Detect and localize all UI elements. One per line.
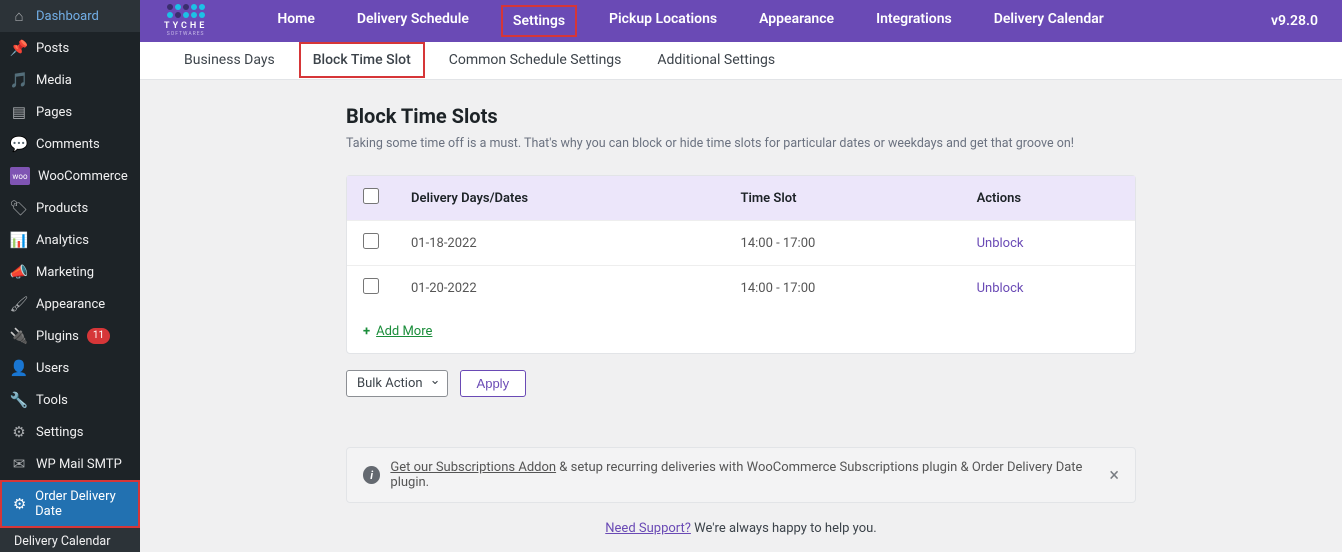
subnav-business-days[interactable]: Business Days bbox=[172, 44, 287, 76]
comment-icon: 💬 bbox=[10, 135, 28, 153]
select-all-checkbox[interactable] bbox=[363, 188, 379, 204]
dashboard-icon: ⌂ bbox=[10, 7, 28, 25]
table-row: 01-20-202214:00 - 17:00 Unblock bbox=[347, 266, 1135, 311]
sidebar-item-comments[interactable]: 💬 Comments bbox=[0, 128, 140, 160]
sidebar-item-label: Users bbox=[36, 361, 69, 376]
bulk-action-select[interactable]: Bulk Action bbox=[346, 370, 448, 397]
need-support-link[interactable]: Need Support? bbox=[605, 521, 691, 536]
plugin-topnav: Home Delivery Schedule Settings Pickup L… bbox=[267, 5, 1271, 37]
brand-name: TYCHE bbox=[164, 21, 207, 31]
topnav-appearance[interactable]: Appearance bbox=[749, 5, 844, 37]
sidebar-item-label: Plugins bbox=[36, 329, 79, 344]
mail-icon: ✉ bbox=[10, 455, 28, 473]
marketing-icon: 📣 bbox=[10, 263, 28, 281]
table-row: 01-18-202214:00 - 17:00 Unblock bbox=[347, 221, 1135, 266]
sidebar-item-label: Dashboard bbox=[36, 9, 99, 24]
settings-subnav: Business Days Block Time Slot Common Sch… bbox=[140, 42, 1342, 80]
plus-icon: + bbox=[363, 324, 370, 339]
page-description: Taking some time off is a must. That's w… bbox=[346, 136, 1136, 151]
gear-icon: ⚙ bbox=[12, 495, 27, 513]
row-date: 01-18-2022 bbox=[395, 221, 725, 266]
unblock-link[interactable]: Unblock bbox=[977, 236, 1024, 251]
sidebar-item-order-delivery-date[interactable]: ⚙ Order Delivery Date bbox=[0, 480, 140, 528]
topnav-delivery-calendar[interactable]: Delivery Calendar bbox=[984, 5, 1114, 37]
row-checkbox[interactable] bbox=[363, 233, 379, 249]
sidebar-item-label: Analytics bbox=[36, 233, 89, 248]
sidebar-item-products[interactable]: 🏷 Products bbox=[0, 192, 140, 224]
unblock-link[interactable]: Unblock bbox=[977, 281, 1024, 296]
sidebar-item-wp-mail-smtp[interactable]: ✉ WP Mail SMTP bbox=[0, 448, 140, 480]
sidebar-item-appearance[interactable]: 🖌 Appearance bbox=[0, 288, 140, 320]
plugin-count-badge: 11 bbox=[87, 328, 110, 344]
subnav-common-schedule[interactable]: Common Schedule Settings bbox=[437, 44, 634, 76]
info-icon: i bbox=[363, 466, 380, 484]
apply-button[interactable]: Apply bbox=[460, 370, 527, 397]
sidebar-item-users[interactable]: 👤 Users bbox=[0, 352, 140, 384]
sidebar-item-pages[interactable]: ▤ Pages bbox=[0, 96, 140, 128]
sidebar-item-tools[interactable]: 🔧 Tools bbox=[0, 384, 140, 416]
topnav-integrations[interactable]: Integrations bbox=[866, 5, 962, 37]
woo-icon: woo bbox=[10, 167, 30, 185]
wp-admin-sidebar: ⌂ Dashboard 📌 Posts 🎵 Media ▤ Pages 💬 Comment… bbox=[0, 0, 140, 552]
product-icon: 🏷 bbox=[10, 199, 28, 217]
col-actions: Actions bbox=[961, 176, 1135, 221]
settings-icon: ⚙ bbox=[10, 423, 28, 441]
sidebar-item-label: Settings bbox=[36, 425, 83, 440]
subscription-notice: i Get our Subscriptions Addon & setup re… bbox=[346, 447, 1136, 503]
plugin-icon: 🔌 bbox=[10, 327, 28, 345]
analytics-icon: 📊 bbox=[10, 231, 28, 249]
topnav-pickup-locations[interactable]: Pickup Locations bbox=[599, 5, 727, 37]
sidebar-item-posts[interactable]: 📌 Posts bbox=[0, 32, 140, 64]
row-checkbox[interactable] bbox=[363, 278, 379, 294]
topnav-settings[interactable]: Settings bbox=[501, 5, 577, 37]
media-icon: 🎵 bbox=[10, 71, 28, 89]
sidebar-item-label: Posts bbox=[36, 41, 69, 56]
sidebar-item-media[interactable]: 🎵 Media bbox=[0, 64, 140, 96]
sidebar-item-label: Comments bbox=[36, 137, 100, 152]
plugin-topbar: TYCHE SOFTWARES Home Delivery Schedule S… bbox=[140, 0, 1342, 42]
sidebar-item-plugins[interactable]: 🔌 Plugins 11 bbox=[0, 320, 140, 352]
plugin-version: v9.28.0 bbox=[1271, 13, 1318, 29]
tyche-logo: TYCHE SOFTWARES bbox=[164, 4, 207, 37]
footer-text: We're always happy to help you. bbox=[691, 521, 877, 536]
sidebar-item-label: Media bbox=[36, 73, 72, 88]
sidebar-item-label: Products bbox=[36, 201, 88, 216]
topnav-home[interactable]: Home bbox=[267, 5, 325, 37]
col-delivery-dates: Delivery Days/Dates bbox=[395, 176, 725, 221]
sidebar-item-dashboard[interactable]: ⌂ Dashboard bbox=[0, 0, 140, 32]
sidebar-item-label: WP Mail SMTP bbox=[36, 457, 122, 472]
row-slot: 14:00 - 17:00 bbox=[725, 266, 961, 311]
sidebar-item-label: Appearance bbox=[36, 297, 105, 312]
pin-icon: 📌 bbox=[10, 39, 28, 57]
sidebar-item-label: Order Delivery Date bbox=[35, 489, 128, 519]
main-content: TYCHE SOFTWARES Home Delivery Schedule S… bbox=[140, 0, 1342, 552]
subscriptions-addon-link[interactable]: Get our Subscriptions Addon bbox=[390, 460, 556, 475]
sidebar-item-label: Pages bbox=[36, 105, 72, 120]
brand-subtitle: SOFTWARES bbox=[167, 31, 205, 37]
col-time-slot: Time Slot bbox=[725, 176, 961, 221]
sidebar-item-label: Tools bbox=[36, 393, 68, 408]
close-icon[interactable]: × bbox=[1109, 465, 1119, 486]
tools-icon: 🔧 bbox=[10, 391, 28, 409]
page-icon: ▤ bbox=[10, 103, 28, 121]
sidebar-item-label: Marketing bbox=[36, 265, 94, 280]
sidebar-item-label: WooCommerce bbox=[38, 169, 128, 184]
footer-support: Need Support? We're always happy to help… bbox=[241, 503, 1241, 536]
row-slot: 14:00 - 17:00 bbox=[725, 221, 961, 266]
sidebar-item-woocommerce[interactable]: woo WooCommerce bbox=[0, 160, 140, 192]
sidebar-item-analytics[interactable]: 📊 Analytics bbox=[0, 224, 140, 256]
subnav-additional-settings[interactable]: Additional Settings bbox=[645, 44, 787, 76]
users-icon: 👤 bbox=[10, 359, 28, 377]
sidebar-item-settings[interactable]: ⚙ Settings bbox=[0, 416, 140, 448]
row-date: 01-20-2022 bbox=[395, 266, 725, 311]
sidebar-sub-delivery-calendar[interactable]: Delivery Calendar bbox=[0, 528, 140, 552]
subnav-block-time-slot[interactable]: Block Time Slot bbox=[299, 42, 425, 78]
block-time-slots-table-card: Delivery Days/Dates Time Slot Actions 01… bbox=[346, 175, 1136, 354]
page-title: Block Time Slots bbox=[346, 104, 1136, 128]
topnav-delivery-schedule[interactable]: Delivery Schedule bbox=[347, 5, 479, 37]
sidebar-item-marketing[interactable]: 📣 Marketing bbox=[0, 256, 140, 288]
add-more-link[interactable]: Add More bbox=[376, 324, 432, 339]
appearance-icon: 🖌 bbox=[10, 295, 28, 313]
